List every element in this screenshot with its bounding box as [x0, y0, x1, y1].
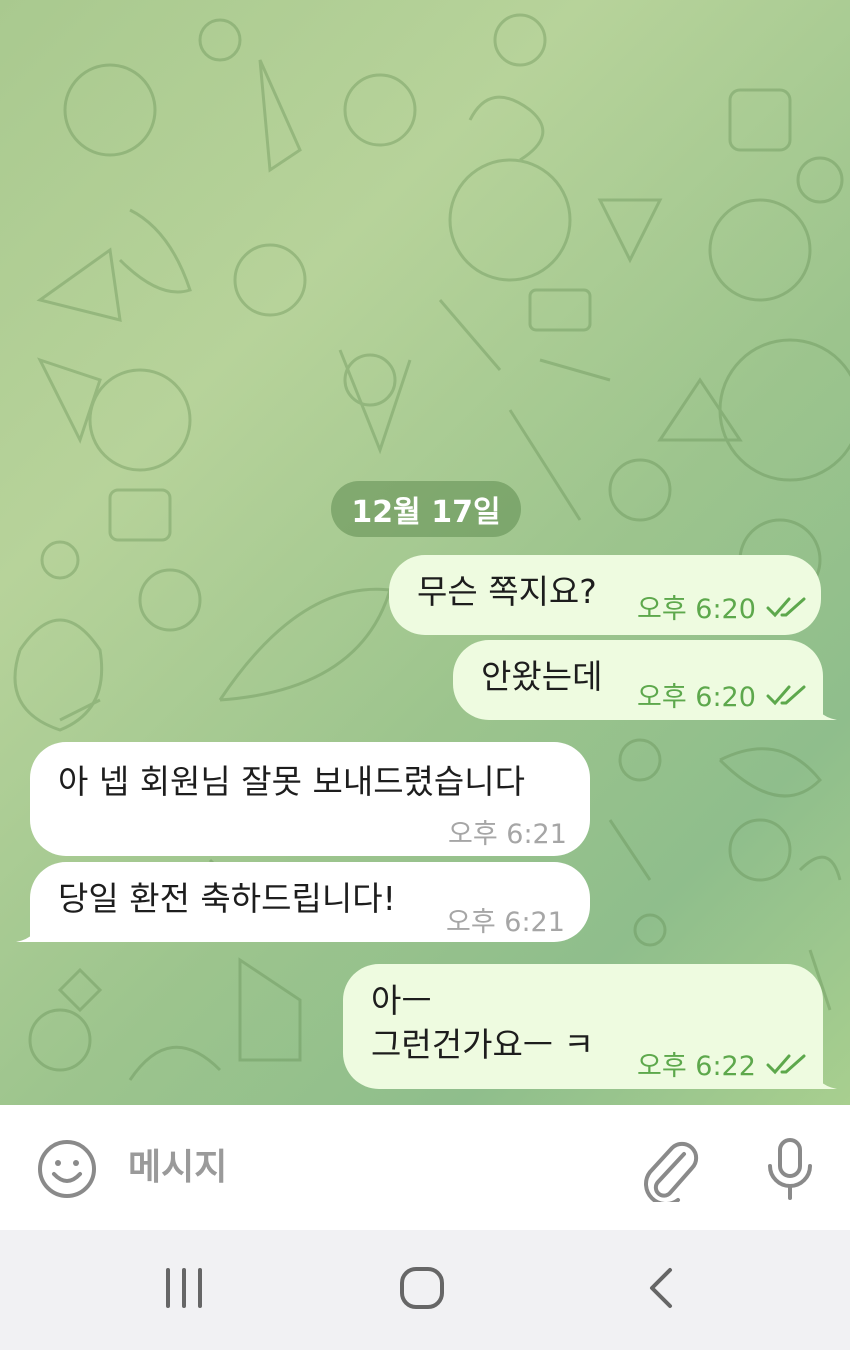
double-check-icon: [766, 597, 806, 617]
paperclip-icon[interactable]: [638, 1136, 702, 1202]
date-divider: 12월 17일: [331, 481, 521, 537]
outgoing-message[interactable]: 무슨 쪽지요? 오후 6:20: [389, 555, 821, 635]
double-check-icon: [766, 1054, 806, 1074]
message-text: 당일 환전 축하드립니다!: [58, 879, 396, 918]
back-icon[interactable]: [646, 1266, 676, 1310]
incoming-message[interactable]: 당일 환전 축하드립니다! 오후 6:21: [16, 862, 590, 942]
double-check-icon: [766, 685, 806, 705]
message-input[interactable]: 메시지: [128, 1143, 227, 1193]
message-time: 오후 6:20: [637, 682, 756, 713]
message-text: 무슨 쪽지요?: [417, 572, 597, 611]
incoming-message[interactable]: 아 넵 회원님 잘못 보내드렸습니다 오후 6:21: [30, 742, 590, 856]
message-time: 오후 6:22: [637, 1051, 756, 1082]
message-time: 오후 6:21: [448, 819, 567, 850]
bubble-tail: [16, 916, 42, 942]
smiley-icon[interactable]: [36, 1138, 98, 1200]
home-icon[interactable]: [398, 1265, 446, 1311]
microphone-icon[interactable]: [760, 1134, 820, 1204]
chat-background[interactable]: 12월 17일 무슨 쪽지요? 오후 6:20 안왔는데 오후 6:20 아 넵…: [0, 0, 850, 1105]
message-text: 아 넵 회원님 잘못 보내드렸습니다: [58, 762, 525, 801]
bubble-tail: [811, 1063, 837, 1089]
message-text: 안왔는데: [481, 657, 603, 696]
message-time: 오후 6:20: [637, 594, 756, 625]
message-time: 오후 6:21: [446, 907, 565, 938]
recents-icon[interactable]: [160, 1268, 208, 1308]
message-text: 아ㅡ 그런건가요ㅡ ㅋ: [371, 981, 595, 1064]
bubble-tail: [811, 694, 837, 720]
outgoing-message[interactable]: 아ㅡ 그런건가요ㅡ ㅋ 오후 6:22: [343, 964, 837, 1089]
outgoing-message[interactable]: 안왔는데 오후 6:20: [453, 640, 837, 720]
